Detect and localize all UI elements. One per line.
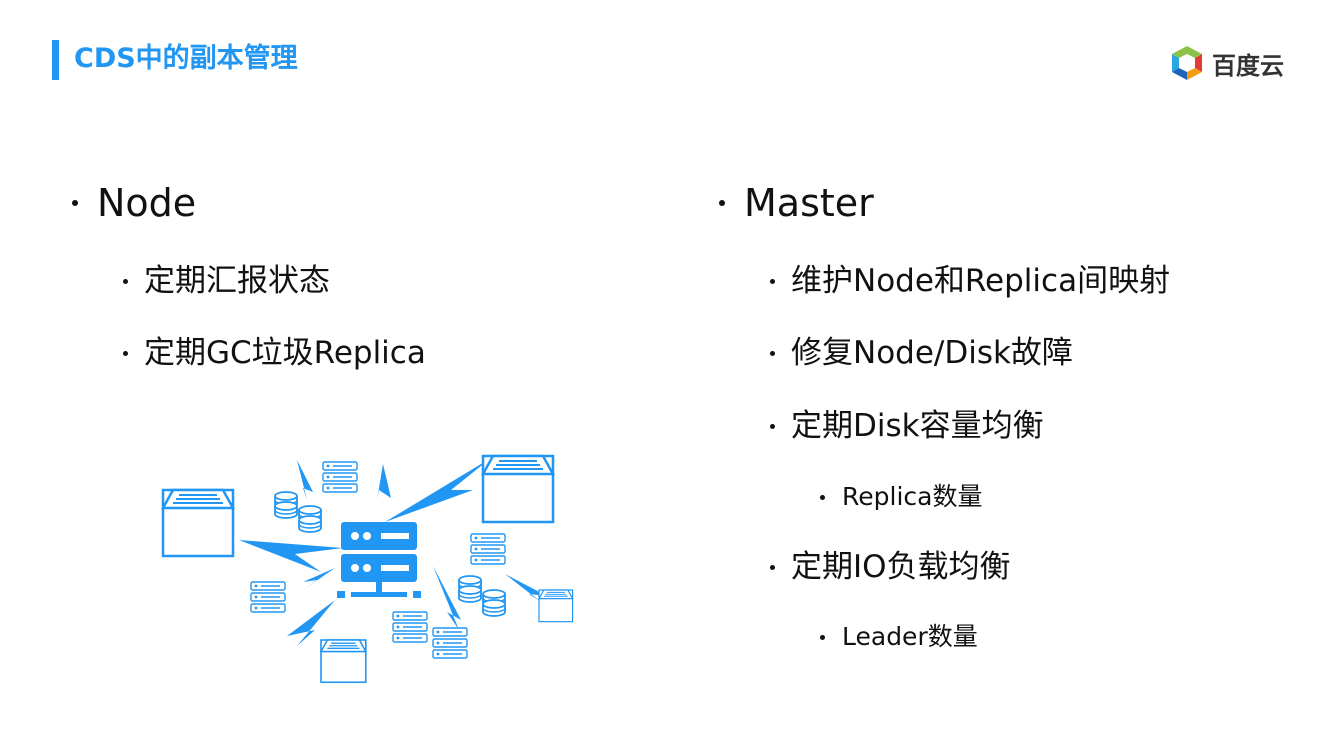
master-item-label: 定期IO负载均衡 — [791, 549, 1011, 585]
master-subitem-label: Leader数量 — [842, 622, 978, 651]
lightning-bolt-icon — [297, 460, 313, 500]
master-heading: Master — [719, 180, 874, 226]
title-accent-bar — [52, 40, 59, 80]
server-rack-icon — [432, 627, 468, 659]
master-item: 修复Node/Disk故障 — [770, 333, 1073, 373]
storage-box-icon — [320, 639, 367, 684]
storage-box-icon — [161, 488, 235, 558]
page-title: CDS中的副本管理 — [74, 43, 298, 74]
storage-box-icon — [481, 454, 555, 524]
master-item-label: 定期Disk容量均衡 — [791, 408, 1044, 444]
master-item-label: 修复Node/Disk故障 — [791, 335, 1073, 371]
node-heading-label: Node — [97, 181, 197, 225]
node-item-label: 定期汇报状态 — [144, 263, 330, 299]
disk-stack-icon — [458, 575, 506, 617]
master-heading-label: Master — [744, 181, 874, 225]
server-rack-icon — [470, 533, 506, 565]
master-subitem: Replica数量 — [820, 481, 982, 513]
lightning-bolt-icon — [287, 600, 335, 646]
network-of-servers-illustration — [161, 454, 574, 684]
master-item: 定期Disk容量均衡 — [770, 406, 1044, 446]
lightning-bolt-icon — [303, 568, 335, 590]
bullet-dot — [123, 278, 128, 284]
server-rack-icon — [392, 611, 428, 643]
bullet-dot — [820, 634, 825, 640]
server-rack-icon — [250, 581, 286, 613]
bullet-dot — [770, 564, 775, 570]
disk-stack-icon — [274, 491, 322, 533]
master-item-label: 维护Node和Replica间映射 — [791, 263, 1171, 299]
bullet-dot — [72, 200, 78, 206]
node-item: 定期汇报状态 — [123, 261, 330, 301]
bullet-dot — [770, 350, 775, 356]
central-server-icon — [337, 522, 421, 598]
master-item: 维护Node和Replica间映射 — [770, 261, 1170, 301]
baidu-cloud-logo: 百度云 — [1168, 44, 1284, 82]
lightning-bolt-icon — [385, 458, 491, 522]
cube-logo-icon — [1172, 46, 1202, 80]
node-heading: Node — [72, 180, 196, 226]
bullet-dot — [123, 350, 128, 356]
bullet-dot — [770, 423, 775, 429]
storage-box-icon — [538, 589, 574, 623]
bullet-dot — [770, 278, 775, 284]
lightning-bolt-icon — [239, 540, 343, 572]
lightning-bolt-icon — [433, 566, 461, 630]
master-subitem-label: Replica数量 — [842, 482, 983, 511]
server-rack-icon — [322, 461, 358, 493]
master-item: 定期IO负载均衡 — [770, 547, 1011, 587]
bullet-dot — [719, 200, 725, 206]
logo-text: 百度云 — [1212, 51, 1284, 80]
bullet-dot — [820, 494, 825, 500]
node-item-label: 定期GC垃圾Replica — [144, 335, 426, 371]
master-subitem: Leader数量 — [820, 621, 978, 653]
lightning-bolt-icon — [377, 464, 391, 500]
node-item: 定期GC垃圾Replica — [123, 333, 426, 373]
